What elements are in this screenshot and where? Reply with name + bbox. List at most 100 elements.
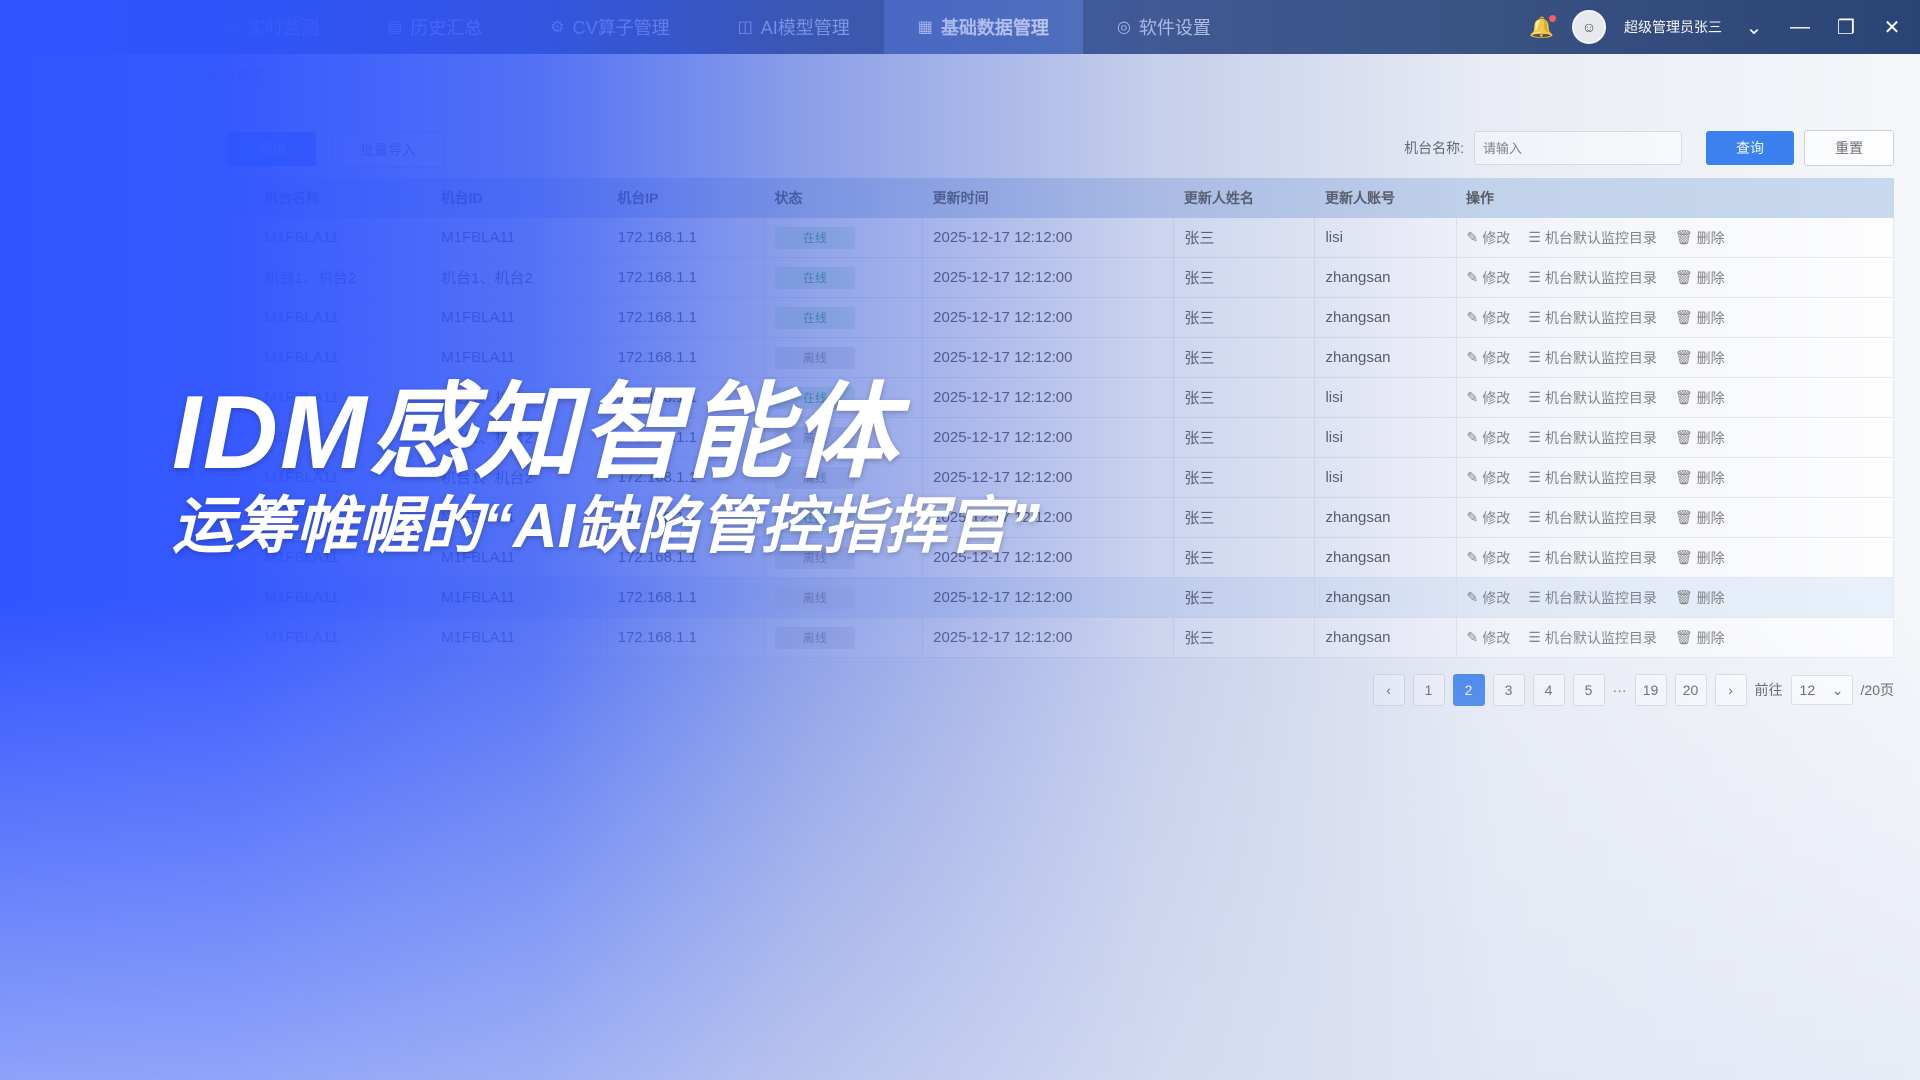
notification-bell-icon[interactable]: 🔔 bbox=[1529, 14, 1556, 40]
edit-action[interactable]: ✎ 修改 bbox=[1467, 348, 1511, 368]
page-button[interactable]: 3 bbox=[1492, 674, 1525, 706]
goto-page-select[interactable]: 12 ⌄ bbox=[1790, 675, 1853, 705]
table-row[interactable]: M1FBLA11 M1FBLA11 172.168.1.1 离线 2025-12-17 … bbox=[208, 577, 1895, 618]
cell-actions: ✎ 修改 ☰ 机台默认监控目录 🗑 删除 bbox=[1456, 457, 1895, 498]
trash-icon: 🗑 bbox=[1674, 349, 1693, 365]
nav-tab-0[interactable]: ▭ 实时监测 bbox=[190, 0, 353, 54]
nav-tab-5[interactable]: ◎ 软件设置 bbox=[1083, 0, 1245, 54]
row-checkbox[interactable] bbox=[218, 228, 233, 243]
delete-action[interactable]: 🗑 删除 bbox=[1675, 628, 1725, 648]
close-icon[interactable]: ✕ bbox=[1878, 15, 1906, 40]
edit-label: 修改 bbox=[1482, 629, 1511, 646]
table-row[interactable]: M1FBLA11 M1FBLA11 172.168.1.1 离线 2025-12-17 … bbox=[208, 337, 1895, 378]
batch-import-button[interactable]: 批量导入 bbox=[332, 132, 444, 168]
delete-label: 删除 bbox=[1696, 389, 1725, 406]
delete-action[interactable]: 🗑 删除 bbox=[1675, 428, 1725, 448]
list-icon: ☰ bbox=[1528, 549, 1541, 565]
row-actions: ✎ 修改 ☰ 机台默认监控目录 🗑 删除 bbox=[1467, 348, 1883, 368]
row-checkbox[interactable] bbox=[218, 308, 233, 323]
delete-action[interactable]: 🗑 删除 bbox=[1675, 348, 1725, 368]
page-button[interactable]: 4 bbox=[1532, 674, 1565, 706]
cell-time: 2025-12-17 12:12:00 bbox=[922, 218, 1175, 258]
minimize-icon[interactable]: — bbox=[1786, 16, 1814, 39]
table-row[interactable]: M1FBLA11 M1FBLA11 172.168.1.1 在线 2025-12-17 … bbox=[208, 218, 1895, 258]
headline-title: IDM感知智能体 bbox=[172, 375, 899, 491]
edit-action[interactable]: ✎ 修改 bbox=[1467, 548, 1511, 568]
select-all-checkbox[interactable] bbox=[218, 189, 233, 204]
edit-action[interactable]: ✎ 修改 bbox=[1467, 228, 1511, 248]
edit-action[interactable]: ✎ 修改 bbox=[1467, 428, 1511, 448]
row-actions: ✎ 修改 ☰ 机台默认监控目录 🗑 删除 bbox=[1467, 508, 1883, 528]
table-row[interactable]: 机台1、机台2 机台1、机台2 172.168.1.1 在线 2025-12-17 12… bbox=[208, 257, 1895, 298]
edit-action[interactable]: ✎ 修改 bbox=[1467, 388, 1511, 408]
edit-action[interactable]: ✎ 修改 bbox=[1467, 588, 1511, 608]
monitor-action[interactable]: ☰ 机台默认监控目录 bbox=[1528, 348, 1657, 368]
edit-action[interactable]: ✎ 修改 bbox=[1467, 308, 1511, 328]
cell-id: M1FBLA11 bbox=[430, 577, 608, 618]
add-button[interactable]: 新增 bbox=[228, 132, 316, 166]
user-name[interactable]: 超级管理员张三 bbox=[1624, 17, 1722, 37]
reset-button[interactable]: 重置 bbox=[1804, 130, 1894, 166]
edit-action[interactable]: ✎ 修改 bbox=[1467, 268, 1511, 288]
page-button[interactable]: 2 bbox=[1452, 674, 1485, 706]
delete-label: 删除 bbox=[1696, 429, 1725, 446]
row-checkbox[interactable] bbox=[218, 268, 233, 283]
edit-icon: ✎ bbox=[1466, 229, 1479, 245]
delete-action[interactable]: 🗑 删除 bbox=[1675, 268, 1725, 288]
row-checkbox[interactable] bbox=[218, 588, 233, 603]
cell-user_name: 张三 bbox=[1173, 297, 1316, 338]
maximize-icon[interactable]: ❐ bbox=[1832, 15, 1860, 40]
cell-account: lisi bbox=[1314, 377, 1457, 418]
cell-account: lisi bbox=[1314, 417, 1457, 458]
edit-icon: ✎ bbox=[1466, 629, 1479, 645]
monitor-action[interactable]: ☰ 机台默认监控目录 bbox=[1528, 428, 1657, 448]
delete-action[interactable]: 🗑 删除 bbox=[1675, 388, 1725, 408]
table-row[interactable]: M1FBLA11 M1FBLA11 172.168.1.1 离线 2025-12-17 … bbox=[208, 617, 1895, 658]
monitor-action[interactable]: ☰ 机台默认监控目录 bbox=[1528, 508, 1657, 528]
row-checkbox[interactable] bbox=[218, 628, 233, 643]
page-button[interactable]: 5 bbox=[1572, 674, 1605, 706]
delete-label: 删除 bbox=[1696, 589, 1725, 606]
next-page-button[interactable]: › bbox=[1714, 674, 1747, 706]
delete-action[interactable]: 🗑 删除 bbox=[1675, 548, 1725, 568]
edit-action[interactable]: ✎ 修改 bbox=[1467, 628, 1511, 648]
monitor-action[interactable]: ☰ 机台默认监控目录 bbox=[1528, 588, 1657, 608]
monitor-action[interactable]: ☰ 机台默认监控目录 bbox=[1528, 548, 1657, 568]
monitor-action[interactable]: ☰ 机台默认监控目录 bbox=[1528, 228, 1657, 248]
chevron-down-icon[interactable]: ⌄ bbox=[1740, 15, 1768, 40]
trash-icon: 🗑 bbox=[1674, 229, 1693, 245]
page-button[interactable]: 1 bbox=[1412, 674, 1445, 706]
table-header-cell: 机台名称 bbox=[254, 178, 431, 218]
nav-tab-1[interactable]: ▤ 历史汇总 bbox=[353, 0, 516, 54]
nav-tab-3[interactable]: ◫ AI模型管理 bbox=[704, 0, 884, 54]
row-checkbox[interactable] bbox=[218, 348, 233, 363]
monitor-action[interactable]: ☰ 机台默认监控目录 bbox=[1528, 308, 1657, 328]
nav-tab-4[interactable]: ▦ 基础数据管理 bbox=[883, 0, 1083, 54]
trash-icon: 🗑 bbox=[1674, 509, 1693, 525]
monitor-action[interactable]: ☰ 机台默认监控目录 bbox=[1528, 388, 1657, 408]
edit-action[interactable]: ✎ 修改 bbox=[1467, 508, 1511, 528]
monitor-action[interactable]: ☰ 机台默认监控目录 bbox=[1528, 468, 1657, 488]
avatar[interactable]: ☺ bbox=[1572, 10, 1606, 44]
list-icon: ☰ bbox=[1528, 509, 1541, 525]
delete-action[interactable]: 🗑 删除 bbox=[1675, 588, 1725, 608]
cell-user_name: 张三 bbox=[1173, 257, 1316, 298]
edit-action[interactable]: ✎ 修改 bbox=[1467, 468, 1511, 488]
delete-action[interactable]: 🗑 删除 bbox=[1675, 228, 1725, 248]
delete-action[interactable]: 🗑 删除 bbox=[1675, 508, 1725, 528]
status-badge: 离线 bbox=[774, 346, 855, 369]
monitor-action[interactable]: ☰ 机台默认监控目录 bbox=[1528, 628, 1657, 648]
page-button[interactable]: 19 bbox=[1634, 674, 1667, 706]
query-button[interactable]: 查询 bbox=[1706, 131, 1794, 165]
nav-tab-2[interactable]: ⚙ CV算子管理 bbox=[516, 0, 703, 54]
cell-id: M1FBLA11 bbox=[430, 617, 608, 658]
page-button[interactable]: 20 bbox=[1674, 674, 1707, 706]
cell-status: 离线 bbox=[764, 617, 924, 658]
prev-page-button[interactable]: ‹ bbox=[1372, 674, 1405, 706]
delete-action[interactable]: 🗑 删除 bbox=[1675, 308, 1725, 328]
cell-time: 2025-12-17 12:12:00 bbox=[922, 257, 1175, 298]
table-row[interactable]: M1FBLA11 M1FBLA11 172.168.1.1 在线 2025-12-17 … bbox=[208, 297, 1895, 338]
machine-name-input[interactable] bbox=[1474, 131, 1682, 165]
delete-action[interactable]: 🗑 删除 bbox=[1675, 468, 1725, 488]
monitor-action[interactable]: ☰ 机台默认监控目录 bbox=[1528, 268, 1657, 288]
